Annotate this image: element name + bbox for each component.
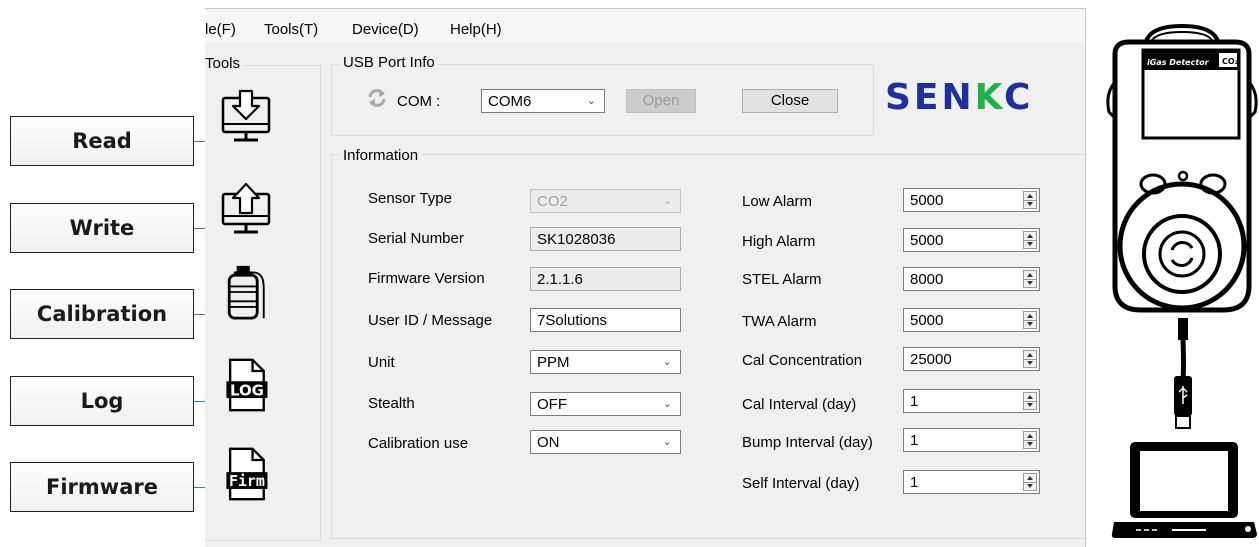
stel-alarm-value: 8000 [910, 271, 944, 288]
firmware-callout: Firmware [10, 462, 194, 512]
firm-icon-text: Firm [229, 472, 265, 490]
sensor-type-label: Sensor Type [368, 190, 452, 207]
low-alarm-value: 5000 [910, 192, 944, 209]
sensor-type-select: CO2 ⌄ [530, 189, 681, 213]
menu-help[interactable]: Help(H) [450, 21, 502, 38]
close-button[interactable]: Close [742, 89, 838, 113]
logo-text-b: C [1003, 77, 1034, 118]
log-icon-text: LOG [230, 381, 264, 399]
spin-buttons[interactable] [1023, 473, 1037, 491]
calibration-callout-label: Calibration [36, 302, 168, 326]
gas-cylinder-icon[interactable] [219, 264, 273, 320]
spin-buttons[interactable] [1023, 191, 1037, 209]
com-port-select[interactable]: COM6 ⌄ [481, 89, 605, 113]
cal-interval-value: 1 [910, 393, 919, 410]
device-gas-text: CO₂ [1222, 57, 1239, 66]
chevron-down-icon: ⌄ [662, 356, 672, 368]
sensor-type-value: CO2 [537, 193, 568, 210]
unit-select[interactable]: PPM ⌄ [530, 350, 681, 374]
calibration-callout: Calibration [10, 289, 194, 339]
cal-concentration-value: 25000 [910, 351, 952, 368]
firmware-callout-label: Firmware [46, 475, 158, 499]
unit-value: PPM [537, 354, 570, 371]
menu-file[interactable]: le(F) [205, 21, 236, 38]
low-alarm-spinner[interactable]: 5000 [903, 188, 1040, 212]
device-brand-text: iGas Detector [1147, 58, 1210, 67]
laptop-icon [1111, 442, 1257, 538]
calibration-use-label: Calibration use [368, 435, 469, 452]
self-interval-label: Self Interval (day) [742, 475, 860, 492]
high-alarm-spinner[interactable]: 5000 [903, 228, 1040, 252]
com-port-value: COM6 [488, 93, 532, 110]
read-callout: Read [10, 116, 194, 166]
tools-panel-title: Tools [205, 55, 244, 72]
chevron-down-icon: ⌄ [586, 95, 596, 107]
chevron-down-icon: ⌄ [662, 436, 672, 448]
com-label: COM : [397, 93, 441, 110]
information-title: Information [340, 147, 422, 164]
spin-buttons[interactable] [1023, 392, 1037, 410]
cal-concentration-spinner[interactable]: 25000 [903, 347, 1040, 371]
self-interval-spinner[interactable]: 1 [903, 470, 1040, 494]
serial-number-label: Serial Number [368, 230, 464, 247]
refresh-icon[interactable] [366, 87, 388, 109]
read-callout-label: Read [72, 129, 132, 153]
user-id-label: User ID / Message [368, 312, 493, 329]
cal-interval-label: Cal Interval (day) [742, 396, 857, 413]
spin-buttons[interactable] [1023, 231, 1037, 249]
spin-buttons[interactable] [1023, 350, 1037, 368]
bump-interval-value: 1 [910, 432, 919, 449]
bump-interval-label: Bump Interval (day) [742, 434, 873, 451]
stealth-value: OFF [537, 396, 567, 413]
read-icon[interactable] [219, 89, 273, 145]
cal-concentration-label: Cal Concentration [742, 352, 863, 369]
bump-interval-spinner[interactable]: 1 [903, 428, 1040, 452]
cal-interval-spinner[interactable]: 1 [903, 389, 1040, 413]
self-interval-value: 1 [910, 474, 919, 491]
stel-alarm-spinner[interactable]: 8000 [903, 267, 1040, 291]
logo-text-a: SEN [885, 77, 975, 118]
spin-buttons[interactable] [1023, 270, 1037, 288]
stel-alarm-label: STEL Alarm [742, 271, 822, 288]
unit-label: Unit [368, 354, 395, 371]
user-id-input[interactable]: 7Solutions [530, 308, 681, 332]
write-callout: Write [10, 203, 194, 253]
firmware-version-field: 2.1.1.6 [530, 267, 681, 291]
serial-number-field: SK1028036 [530, 227, 681, 251]
calibration-use-select[interactable]: ON ⌄ [530, 430, 681, 454]
low-alarm-label: Low Alarm [742, 193, 813, 210]
open-button[interactable]: Open [626, 89, 696, 113]
twa-alarm-label: TWA Alarm [742, 313, 817, 330]
write-icon[interactable] [219, 181, 273, 237]
twa-alarm-value: 5000 [910, 312, 944, 329]
stealth-select[interactable]: OFF ⌄ [530, 392, 681, 416]
app-window: le(F) Tools(T) Device(D) Help(H) Tools L… [205, 8, 1086, 547]
spin-buttons[interactable] [1023, 431, 1037, 449]
twa-alarm-spinner[interactable]: 5000 [903, 308, 1040, 332]
chevron-down-icon: ⌄ [662, 195, 672, 207]
high-alarm-label: High Alarm [742, 233, 816, 250]
menu-bar: le(F) Tools(T) Device(D) Help(H) [205, 9, 1085, 43]
log-file-icon[interactable]: LOG [219, 357, 273, 413]
stealth-label: Stealth [368, 395, 415, 412]
calibration-use-value: ON [537, 434, 560, 451]
menu-tools[interactable]: Tools(T) [264, 21, 318, 38]
log-callout-label: Log [80, 389, 124, 413]
firmware-file-icon[interactable]: Firm [219, 446, 273, 502]
spin-buttons[interactable] [1023, 311, 1037, 329]
usb-port-title: USB Port Info [340, 54, 438, 71]
senko-logo: SENKC [885, 77, 1033, 118]
gas-detector-illustration: iGas Detector CO₂ [1106, 23, 1258, 313]
log-callout: Log [10, 376, 194, 426]
write-callout-label: Write [69, 216, 135, 240]
high-alarm-value: 5000 [910, 232, 944, 249]
menu-device[interactable]: Device(D) [352, 21, 419, 38]
firmware-version-label: Firmware Version [368, 270, 485, 287]
usb-cable-illustration [1174, 318, 1192, 429]
chevron-down-icon: ⌄ [662, 398, 672, 410]
logo-text-k: K [974, 77, 1004, 118]
